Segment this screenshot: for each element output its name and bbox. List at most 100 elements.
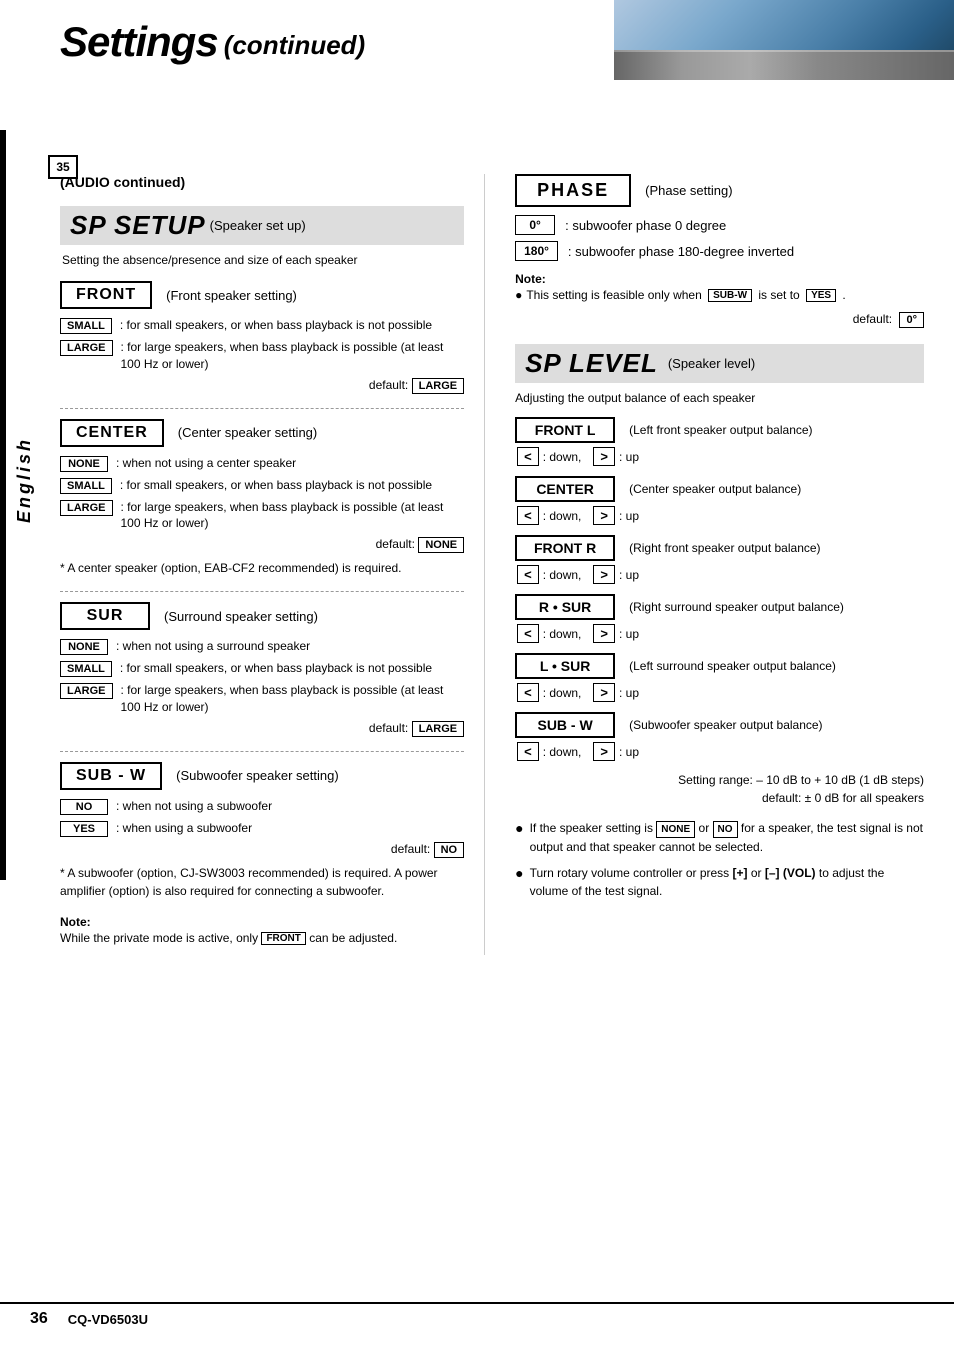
divider-1 xyxy=(60,408,464,409)
bullet-icon-1: ● xyxy=(515,820,523,836)
phase-option-0: 0° : subwoofer phase 0 degree xyxy=(515,215,924,235)
phase-note-box: Note: ● This setting is feasible only wh… xyxy=(515,271,924,302)
sp-level-description: Adjusting the output balance of each spe… xyxy=(515,391,924,405)
header: Settings (continued) xyxy=(0,0,954,74)
sp-setup-title: SP SETUP xyxy=(70,210,206,241)
large-tag: LARGE xyxy=(60,340,113,356)
footer-model: CQ-VD6503U xyxy=(68,1312,148,1327)
page-subtitle: (continued) xyxy=(224,30,366,61)
center-arrow-up-icon: > xyxy=(593,506,615,525)
center-note: * A center speaker (option, EAB-CF2 reco… xyxy=(60,559,464,577)
front-l-arrows: < : down, > : up xyxy=(517,447,924,466)
none-tag: NONE xyxy=(60,456,108,472)
level-item-center: CENTER (Center speaker output balance) <… xyxy=(515,476,924,525)
phase-section: PHASE (Phase setting) 0° : subwoofer pha… xyxy=(515,174,924,328)
r-sur-arrow-up-icon: > xyxy=(593,624,615,643)
footer-page-num: 36 xyxy=(30,1310,48,1328)
header-image xyxy=(614,0,954,80)
divider-2 xyxy=(60,591,464,592)
center-header: CENTER (Center speaker setting) xyxy=(60,419,464,447)
small-tag-2: SMALL xyxy=(60,478,112,494)
page-title: Settings xyxy=(60,18,218,66)
sur-section: SUR (Surround speaker setting) NONE : wh… xyxy=(60,602,464,737)
subw-default-tag: NO xyxy=(434,842,465,858)
phase-0-tag: 0° xyxy=(515,215,555,235)
phase-header: PHASE (Phase setting) xyxy=(515,174,924,207)
level-item-l-sur-header: L • SUR (Left surround speaker output ba… xyxy=(515,653,924,679)
yes-inline-tag: YES xyxy=(806,289,836,302)
arrow-down-icon: < xyxy=(517,447,539,466)
center-level-box: CENTER xyxy=(515,476,615,502)
r-sur-arrow-down-icon: < xyxy=(517,624,539,643)
subw-section: SUB - W (Subwoofer speaker setting) NO :… xyxy=(60,762,464,900)
no-inline-tag: NO xyxy=(713,821,738,838)
subw-option-no: NO : when not using a subwoofer xyxy=(60,798,464,815)
phase-default-tag: 0° xyxy=(899,312,924,328)
sur-default-tag: LARGE xyxy=(412,721,465,737)
front-r-arrow-down-icon: < xyxy=(517,565,539,584)
phase-180-tag: 180° xyxy=(515,241,558,261)
center-arrows: < : down, > : up xyxy=(517,506,924,525)
l-sur-box: L • SUR xyxy=(515,653,615,679)
subw-inline-tag: SUB-W xyxy=(708,289,752,302)
r-sur-arrows: < : down, > : up xyxy=(517,624,924,643)
l-sur-arrows: < : down, > : up xyxy=(517,683,924,702)
arrow-up-icon: > xyxy=(593,447,615,466)
phase-note-text: ● This setting is feasible only when SUB… xyxy=(515,288,924,302)
level-item-r-sur: R • SUR (Right surround speaker output b… xyxy=(515,594,924,643)
front-header: FRONT (Front speaker setting) xyxy=(60,281,464,309)
no-tag: NO xyxy=(60,799,108,815)
yes-tag: YES xyxy=(60,821,108,837)
sur-option-small: SMALL : for small speakers, or when bass… xyxy=(60,660,464,677)
phase-box: PHASE xyxy=(515,174,631,207)
subw-option-yes: YES : when using a subwoofer xyxy=(60,820,464,837)
sub-w-arrow-down-icon: < xyxy=(517,742,539,761)
level-item-sub-w: SUB - W (Subwoofer speaker output balanc… xyxy=(515,712,924,761)
footer: 36 CQ-VD6503U xyxy=(0,1302,954,1328)
sp-setup-bar: SP SETUP (Speaker set up) xyxy=(60,206,464,245)
bottom-note-box: Note: While the private mode is active, … xyxy=(60,914,464,945)
phase-default: default: 0° xyxy=(515,312,924,328)
level-item-front-r-header: FRONT R (Right front speaker output bala… xyxy=(515,535,924,561)
center-section: CENTER (Center speaker setting) NONE : w… xyxy=(60,419,464,578)
level-item-front-r: FRONT R (Right front speaker output bala… xyxy=(515,535,924,584)
front-default-tag: LARGE xyxy=(412,378,465,394)
center-arrow-down-icon: < xyxy=(517,506,539,525)
phase-note-label: Note: xyxy=(515,272,546,286)
sur-header: SUR (Surround speaker setting) xyxy=(60,602,464,630)
audio-continued-label: (AUDIO continued) xyxy=(60,174,464,190)
front-option-small: SMALL : for small speakers, or when bass… xyxy=(60,317,464,334)
front-l-box: FRONT L xyxy=(515,417,615,443)
center-option-small: SMALL : for small speakers, or when bass… xyxy=(60,477,464,494)
center-default-tag: NONE xyxy=(418,537,464,553)
bullet-text-2: Turn rotary volume controller or press [… xyxy=(530,864,924,900)
subw-note: * A subwoofer (option, CJ-SW3003 recomme… xyxy=(60,864,464,900)
front-option-large: LARGE : for large speakers, when bass pl… xyxy=(60,339,464,373)
level-item-r-sur-header: R • SUR (Right surround speaker output b… xyxy=(515,594,924,620)
setting-range: Setting range: – 10 dB to + 10 dB (1 dB … xyxy=(515,771,924,807)
front-r-arrow-up-icon: > xyxy=(593,565,615,584)
sp-setup-subtitle: (Speaker set up) xyxy=(210,218,306,233)
sub-w-arrows: < : down, > : up xyxy=(517,742,924,761)
left-column: (AUDIO continued) SP SETUP (Speaker set … xyxy=(60,174,485,955)
sp-level-bar: SP LEVEL (Speaker level) xyxy=(515,344,924,383)
l-sur-arrow-down-icon: < xyxy=(517,683,539,702)
center-option-large: LARGE : for large speakers, when bass pl… xyxy=(60,499,464,533)
divider-3 xyxy=(60,751,464,752)
center-box: CENTER xyxy=(60,419,164,447)
center-default: default: NONE xyxy=(60,537,464,553)
large-tag-3: LARGE xyxy=(60,683,113,699)
l-sur-arrow-up-icon: > xyxy=(593,683,615,702)
page: Settings (continued) English 35 (AUDIO c… xyxy=(0,0,954,1348)
level-item-center-header: CENTER (Center speaker output balance) xyxy=(515,476,924,502)
level-item-sub-w-header: SUB - W (Subwoofer speaker output balanc… xyxy=(515,712,924,738)
sur-option-none: NONE : when not using a surround speaker xyxy=(60,638,464,655)
english-sidebar: English xyxy=(0,130,48,830)
bullet-text-1: If the speaker setting is NONE or NO for… xyxy=(530,819,924,855)
sub-w-level-box: SUB - W xyxy=(515,712,615,738)
phase-option-180: 180° : subwoofer phase 180-degree invert… xyxy=(515,241,924,261)
bullet-note-2: ● Turn rotary volume controller or press… xyxy=(515,864,924,900)
sub-w-arrow-up-icon: > xyxy=(593,742,615,761)
small-tag-3: SMALL xyxy=(60,661,112,677)
front-box: FRONT xyxy=(60,281,152,309)
